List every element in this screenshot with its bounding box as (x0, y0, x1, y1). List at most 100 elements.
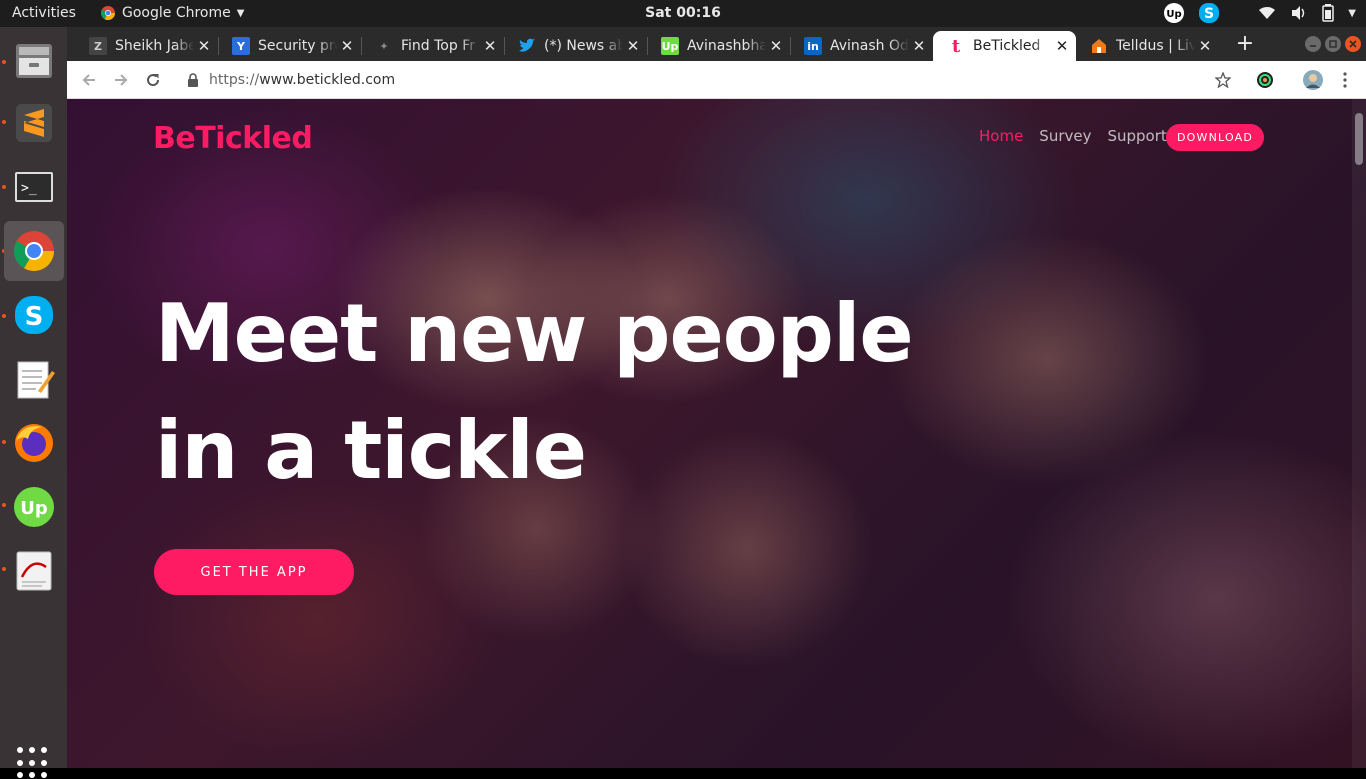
svg-text:Up: Up (1167, 9, 1182, 20)
maximize-window-button[interactable] (1325, 36, 1341, 52)
upwork-launcher[interactable]: Up (4, 477, 64, 537)
tab-twitter-news[interactable]: (*) News ab ✕ (504, 31, 647, 61)
page-scrollbar[interactable] (1352, 99, 1366, 768)
tab-telldus[interactable]: Telldus | Liv ✕ (1076, 31, 1219, 61)
files-launcher[interactable] (4, 30, 64, 90)
chrome-icon (14, 231, 54, 271)
tab-betickled[interactable]: t BeTickled ✕ (933, 31, 1076, 61)
star-outline-icon (1215, 72, 1231, 88)
scrollbar-thumb[interactable] (1355, 113, 1363, 165)
ubuntu-dock: >_ S Up (0, 27, 67, 779)
close-tab-icon[interactable]: ✕ (194, 37, 214, 55)
close-tab-icon[interactable]: ✕ (623, 37, 643, 55)
close-tab-icon[interactable]: ✕ (909, 37, 929, 55)
extension-circle-icon (1257, 72, 1273, 88)
arrow-left-icon (82, 74, 95, 86)
tab-title: Avinash Od (830, 38, 909, 54)
chrome-menu-button[interactable] (1333, 68, 1357, 92)
close-tab-icon[interactable]: ✕ (1195, 37, 1215, 55)
linkedin-icon: in (804, 37, 822, 55)
pdf-document-icon (16, 551, 52, 591)
arrow-right-icon (115, 74, 128, 86)
maximize-icon (1329, 40, 1337, 48)
forward-button[interactable] (109, 68, 133, 92)
volume-icon[interactable] (1290, 5, 1308, 21)
firefox-icon (15, 424, 53, 462)
sublime-text-icon (16, 104, 52, 142)
text-editor-launcher[interactable] (4, 349, 64, 409)
address-bar[interactable]: https://www.betickled.com (179, 67, 1219, 93)
download-button[interactable]: DOWNLOAD (1166, 124, 1264, 151)
new-tab-button[interactable]: + (1231, 31, 1259, 59)
tab-title: BeTickled (973, 38, 1041, 54)
get-the-app-button[interactable]: GET THE APP (154, 549, 354, 595)
tab-title: (*) News ab (544, 38, 623, 54)
tab-upwork-avinashbha[interactable]: Up Avinashbha ✕ (647, 31, 790, 61)
reload-button[interactable] (141, 68, 165, 92)
chrome-launcher[interactable] (4, 221, 64, 281)
app-menu[interactable]: Google Chrome ▼ (100, 5, 244, 21)
svg-text:Up: Up (20, 498, 48, 519)
skype-tray-icon[interactable]: S (1198, 2, 1220, 24)
wifi-icon[interactable] (1258, 5, 1276, 21)
shield-y-icon: Y (232, 37, 250, 55)
system-tray[interactable]: Up S ▼ (1164, 2, 1356, 24)
tab-title: Security pro (258, 38, 337, 54)
svg-text:>_: >_ (21, 181, 37, 196)
app-menu-label: Google Chrome (122, 5, 231, 21)
show-applications-grid-icon[interactable] (17, 747, 49, 779)
tab-title: Sheikh Jabe (115, 38, 194, 54)
tab-title: Find Top Fr (401, 38, 475, 54)
nav-survey-link[interactable]: Survey (1039, 127, 1091, 145)
reload-icon (147, 74, 160, 87)
upwork-icon: Up (661, 37, 679, 55)
z-square-icon: Z (89, 37, 107, 55)
tab-strip: Z Sheikh Jabe ✕ Y Security pro ✕ ✦ Find … (67, 27, 1366, 61)
close-tab-icon[interactable]: ✕ (337, 37, 357, 55)
chrome-small-icon (100, 6, 116, 21)
kebab-menu-icon (1343, 72, 1347, 88)
upwork-tray-icon[interactable]: Up (1164, 3, 1185, 23)
firefox-launcher[interactable] (4, 413, 64, 473)
close-icon (1349, 40, 1357, 48)
battery-icon[interactable] (1322, 4, 1335, 22)
close-window-button[interactable] (1345, 36, 1361, 52)
terminal-launcher[interactable]: >_ (4, 157, 64, 217)
back-button[interactable] (77, 68, 101, 92)
hero-headline-line2: in a tickle (155, 404, 587, 497)
upwork-icon: Up (14, 487, 54, 527)
tab-title: Telldus | Liv (1116, 38, 1195, 54)
tab-linkedin-avinash[interactable]: in Avinash Od ✕ (790, 31, 933, 61)
close-tab-icon[interactable]: ✕ (1052, 37, 1072, 55)
pdf-viewer-launcher[interactable] (4, 541, 64, 601)
skype-launcher[interactable]: S (4, 285, 64, 345)
extension-button[interactable] (1253, 68, 1277, 92)
hero-headline-line1: Meet new people (155, 287, 914, 380)
close-tab-icon[interactable]: ✕ (766, 37, 786, 55)
tab-security[interactable]: Y Security pro ✕ (218, 31, 361, 61)
terminal-icon: >_ (15, 172, 53, 202)
nav-support-link[interactable]: Support (1107, 127, 1166, 145)
svg-text:S: S (1204, 6, 1214, 22)
profile-avatar[interactable] (1301, 68, 1325, 92)
tab-title: Avinashbha (687, 38, 766, 54)
site-nav: Home Survey Support (979, 127, 1167, 145)
lock-icon (188, 73, 198, 87)
nav-home-link[interactable]: Home (979, 127, 1023, 145)
betickled-icon: t (951, 35, 961, 57)
site-logo[interactable]: BeTickled (153, 121, 313, 156)
sublime-text-launcher[interactable] (4, 93, 64, 153)
clock[interactable]: Sat 00:16 (645, 5, 721, 21)
activities-button[interactable]: Activities (12, 5, 76, 21)
bookmark-star-button[interactable] (1211, 68, 1235, 92)
skype-icon: S (15, 296, 53, 334)
tab-sheikh-jabe[interactable]: Z Sheikh Jabe ✕ (75, 31, 218, 61)
minimize-window-button[interactable] (1305, 36, 1321, 52)
telldus-icon (1090, 37, 1108, 55)
tab-find-top[interactable]: ✦ Find Top Fr ✕ (361, 31, 504, 61)
minimize-icon (1310, 45, 1316, 47)
close-tab-icon[interactable]: ✕ (480, 37, 500, 55)
system-menu-chevron-icon[interactable]: ▼ (1348, 8, 1356, 19)
url-protocol: https:// (209, 72, 260, 88)
text-editor-icon (17, 361, 55, 399)
